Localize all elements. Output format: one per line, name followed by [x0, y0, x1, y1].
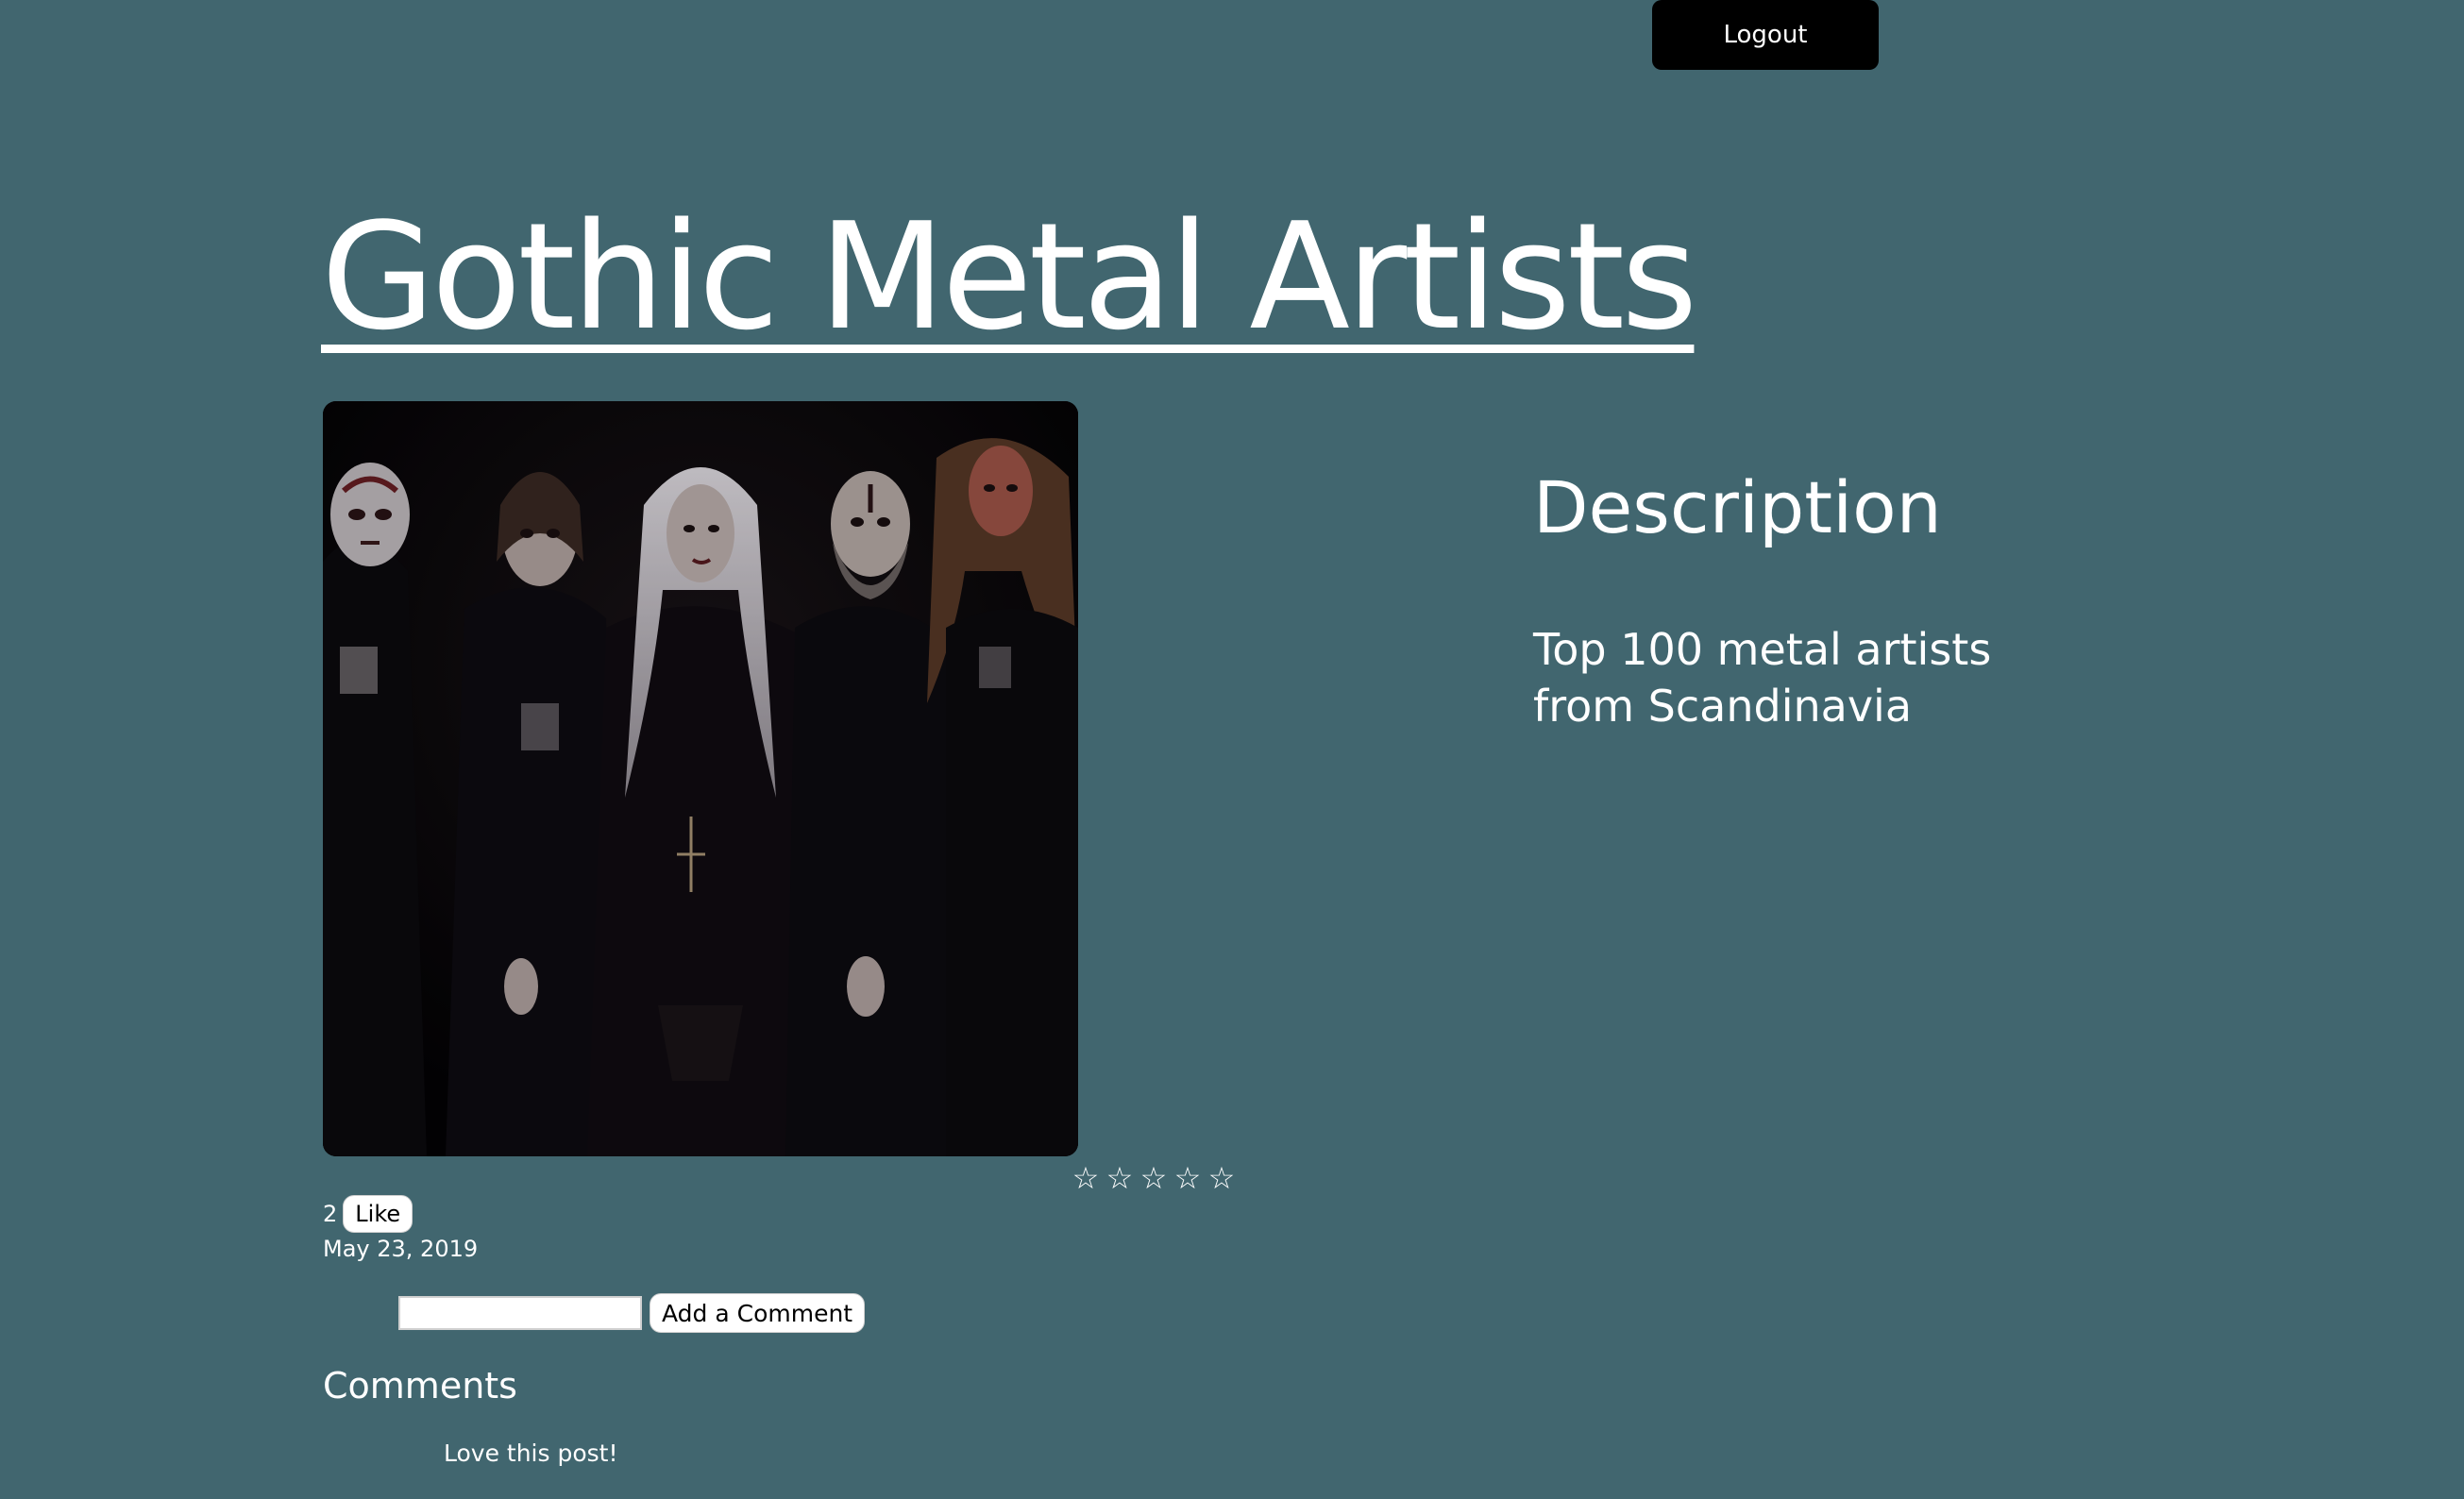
post-image — [323, 401, 1078, 1156]
band-photo-illustration — [323, 401, 1078, 1156]
comments-heading: Comments — [323, 1365, 517, 1406]
description-text: Top 100 metal artists from Scandinavia — [1533, 624, 1992, 732]
star-icon[interactable]: ☆ — [1207, 1159, 1236, 1197]
page-title[interactable]: Gothic Metal Artists — [321, 187, 1697, 366]
star-icon[interactable]: ☆ — [1105, 1159, 1134, 1197]
logout-button[interactable]: Logout — [1652, 0, 1879, 70]
comment-item: Love this post! — [444, 1440, 618, 1467]
star-icon[interactable]: ☆ — [1139, 1159, 1168, 1197]
like-button[interactable]: Like — [343, 1195, 413, 1233]
likes-row: 2 Like — [323, 1195, 413, 1233]
comment-form: Add a Comment — [398, 1293, 866, 1333]
star-rating: ☆ ☆ ☆ ☆ ☆ — [1072, 1159, 1236, 1197]
like-count: 2 — [323, 1201, 338, 1227]
star-icon[interactable]: ☆ — [1173, 1159, 1202, 1197]
post-date: May 23, 2019 — [323, 1236, 479, 1262]
star-icon[interactable]: ☆ — [1072, 1159, 1100, 1197]
add-comment-button[interactable]: Add a Comment — [650, 1293, 866, 1333]
comment-input[interactable] — [398, 1296, 642, 1330]
description-heading: Description — [1533, 465, 1942, 549]
